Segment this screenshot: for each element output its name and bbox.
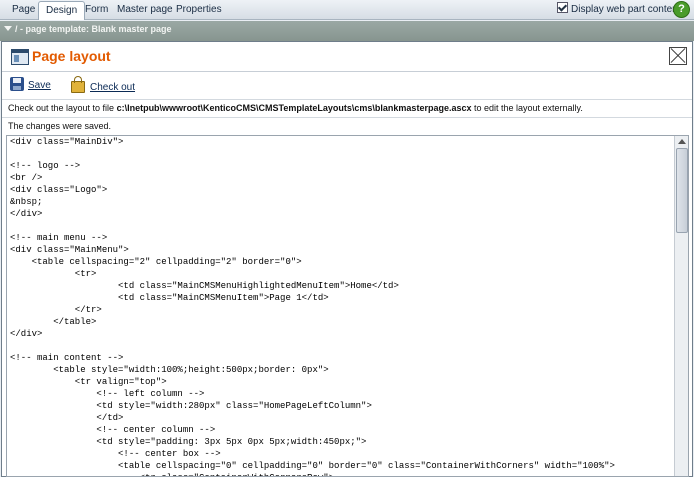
page-layout-dialog: Page layout Save Check out Check out the… — [1, 41, 693, 477]
dialog-title: Page layout — [32, 48, 111, 64]
page-template-bar: / - page template: Blank master page — [0, 21, 694, 41]
top-tab-strip: Page Design Form Master page Properties … — [0, 0, 694, 20]
scroll-up-icon[interactable] — [678, 139, 686, 144]
save-button[interactable]: Save — [10, 77, 51, 95]
page-layout-icon — [11, 49, 29, 65]
display-web-part-content-label: Display web part content — [571, 4, 681, 15]
info-suffix: to edit the layout externally. — [471, 103, 583, 113]
close-icon[interactable] — [669, 47, 687, 65]
layout-code[interactable]: <div class="MainDiv"> <!-- logo --> <br … — [10, 136, 615, 476]
status-message: The changes were saved. — [8, 121, 112, 131]
dialog-toolbar: Save Check out — [2, 72, 692, 99]
checkout-info-text: Check out the layout to file c:\Inetpub\… — [8, 103, 583, 113]
layout-file-path: c:\Inetpub\wwwroot\KenticoCMS\CMSTemplat… — [116, 103, 472, 113]
display-web-part-content-toggle[interactable]: Display web part content — [557, 2, 681, 16]
scrollbar-thumb[interactable] — [676, 148, 688, 233]
divider — [2, 117, 692, 118]
dialog-header: Page layout — [2, 42, 692, 72]
divider — [2, 99, 692, 100]
padlock-icon — [71, 76, 85, 93]
save-label: Save — [28, 80, 51, 91]
checkout-button[interactable]: Check out — [71, 76, 136, 95]
vertical-scrollbar[interactable] — [674, 136, 688, 476]
help-icon[interactable]: ? — [673, 1, 690, 18]
tab-properties[interactable]: Properties — [169, 2, 229, 18]
checkout-label: Check out — [90, 82, 136, 93]
info-prefix: Check out the layout to file — [8, 103, 117, 113]
floppy-disk-icon — [10, 77, 24, 91]
page-template-label: / - page template: Blank master page — [15, 24, 172, 34]
display-web-part-content-checkbox[interactable] — [557, 2, 568, 13]
layout-code-editor[interactable]: <div class="MainDiv"> <!-- logo --> <br … — [6, 135, 689, 477]
chevron-down-icon[interactable] — [4, 26, 12, 31]
tab-page[interactable]: Page — [5, 2, 42, 18]
